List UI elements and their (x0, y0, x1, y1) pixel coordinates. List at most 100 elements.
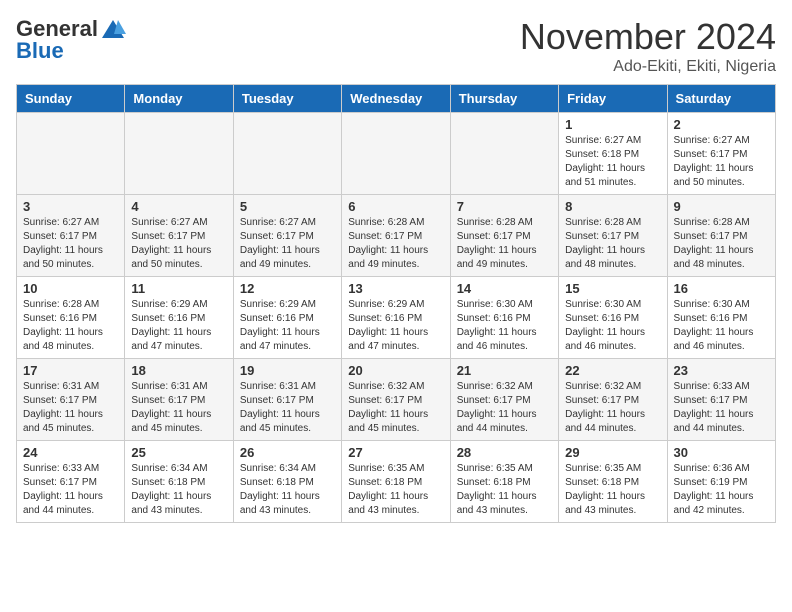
day-info: Sunrise: 6:27 AM Sunset: 6:18 PM Dayligh… (565, 134, 660, 190)
day-number: 1 (565, 117, 660, 132)
day-number: 28 (457, 445, 552, 460)
calendar-cell: 19 Sunrise: 6:31 AM Sunset: 6:17 PM Dayli… (233, 359, 341, 441)
day-number: 30 (674, 445, 769, 460)
day-number: 11 (131, 281, 226, 296)
day-number: 18 (131, 363, 226, 378)
day-number: 7 (457, 199, 552, 214)
day-number: 13 (348, 281, 443, 296)
day-info: Sunrise: 6:27 AM Sunset: 6:17 PM Dayligh… (131, 216, 226, 272)
day-number: 23 (674, 363, 769, 378)
logo-icon (100, 18, 126, 40)
weekday-header-wednesday: Wednesday (342, 85, 450, 113)
logo-blue: Blue (16, 38, 64, 64)
day-info: Sunrise: 6:33 AM Sunset: 6:17 PM Dayligh… (23, 462, 118, 518)
day-info: Sunrise: 6:27 AM Sunset: 6:17 PM Dayligh… (240, 216, 335, 272)
day-number: 2 (674, 117, 769, 132)
day-number: 5 (240, 199, 335, 214)
day-info: Sunrise: 6:28 AM Sunset: 6:17 PM Dayligh… (348, 216, 443, 272)
day-number: 17 (23, 363, 118, 378)
page-header: General Blue November 2024 Ado-Ekiti, Ek… (16, 16, 776, 76)
calendar-cell (233, 113, 341, 195)
day-info: Sunrise: 6:31 AM Sunset: 6:17 PM Dayligh… (23, 380, 118, 436)
calendar-cell: 15 Sunrise: 6:30 AM Sunset: 6:16 PM Dayli… (559, 277, 667, 359)
calendar-week-row: 24 Sunrise: 6:33 AM Sunset: 6:17 PM Dayli… (17, 441, 776, 523)
calendar-cell (17, 113, 125, 195)
month-title: November 2024 (520, 16, 776, 58)
calendar-table: SundayMondayTuesdayWednesdayThursdayFrid… (16, 84, 776, 523)
weekday-header-sunday: Sunday (17, 85, 125, 113)
calendar-cell: 23 Sunrise: 6:33 AM Sunset: 6:17 PM Dayli… (667, 359, 775, 441)
day-info: Sunrise: 6:28 AM Sunset: 6:17 PM Dayligh… (674, 216, 769, 272)
calendar-cell: 9 Sunrise: 6:28 AM Sunset: 6:17 PM Daylig… (667, 195, 775, 277)
calendar-cell: 30 Sunrise: 6:36 AM Sunset: 6:19 PM Dayli… (667, 441, 775, 523)
day-info: Sunrise: 6:34 AM Sunset: 6:18 PM Dayligh… (240, 462, 335, 518)
calendar-week-row: 17 Sunrise: 6:31 AM Sunset: 6:17 PM Dayli… (17, 359, 776, 441)
calendar-cell: 3 Sunrise: 6:27 AM Sunset: 6:17 PM Daylig… (17, 195, 125, 277)
day-number: 9 (674, 199, 769, 214)
calendar-cell: 5 Sunrise: 6:27 AM Sunset: 6:17 PM Daylig… (233, 195, 341, 277)
day-info: Sunrise: 6:29 AM Sunset: 6:16 PM Dayligh… (131, 298, 226, 354)
calendar-cell: 10Sunrise: 6:28 AM Sunset: 6:16 PM Dayli… (17, 277, 125, 359)
day-number: 27 (348, 445, 443, 460)
day-number: 21 (457, 363, 552, 378)
day-number: 24 (23, 445, 118, 460)
weekday-header-friday: Friday (559, 85, 667, 113)
day-info: Sunrise: 6:34 AM Sunset: 6:18 PM Dayligh… (131, 462, 226, 518)
day-info: Sunrise: 6:27 AM Sunset: 6:17 PM Dayligh… (674, 134, 769, 190)
calendar-cell: 13Sunrise: 6:29 AM Sunset: 6:16 PM Dayli… (342, 277, 450, 359)
weekday-header-saturday: Saturday (667, 85, 775, 113)
calendar-cell: 1 Sunrise: 6:27 AM Sunset: 6:18 PM Daylig… (559, 113, 667, 195)
day-info: Sunrise: 6:32 AM Sunset: 6:17 PM Dayligh… (565, 380, 660, 436)
day-number: 19 (240, 363, 335, 378)
day-info: Sunrise: 6:33 AM Sunset: 6:17 PM Dayligh… (674, 380, 769, 436)
day-info: Sunrise: 6:29 AM Sunset: 6:16 PM Dayligh… (240, 298, 335, 354)
calendar-cell: 11 Sunrise: 6:29 AM Sunset: 6:16 PM Dayli… (125, 277, 233, 359)
calendar-cell: 6 Sunrise: 6:28 AM Sunset: 6:17 PM Daylig… (342, 195, 450, 277)
calendar-cell: 25 Sunrise: 6:34 AM Sunset: 6:18 PM Dayli… (125, 441, 233, 523)
calendar-cell: 14 Sunrise: 6:30 AM Sunset: 6:16 PM Dayli… (450, 277, 558, 359)
logo: General Blue (16, 16, 126, 64)
day-number: 16 (674, 281, 769, 296)
weekday-header-thursday: Thursday (450, 85, 558, 113)
day-info: Sunrise: 6:28 AM Sunset: 6:17 PM Dayligh… (565, 216, 660, 272)
day-number: 25 (131, 445, 226, 460)
calendar-cell: 20 Sunrise: 6:32 AM Sunset: 6:17 PM Dayli… (342, 359, 450, 441)
day-info: Sunrise: 6:35 AM Sunset: 6:18 PM Dayligh… (457, 462, 552, 518)
day-number: 10 (23, 281, 118, 296)
day-info: Sunrise: 6:36 AM Sunset: 6:19 PM Dayligh… (674, 462, 769, 518)
calendar-cell: 2 Sunrise: 6:27 AM Sunset: 6:17 PM Daylig… (667, 113, 775, 195)
day-info: Sunrise: 6:27 AM Sunset: 6:17 PM Dayligh… (23, 216, 118, 272)
calendar-cell: 22Sunrise: 6:32 AM Sunset: 6:17 PM Dayli… (559, 359, 667, 441)
day-info: Sunrise: 6:31 AM Sunset: 6:17 PM Dayligh… (240, 380, 335, 436)
day-info: Sunrise: 6:35 AM Sunset: 6:18 PM Dayligh… (348, 462, 443, 518)
day-info: Sunrise: 6:35 AM Sunset: 6:18 PM Dayligh… (565, 462, 660, 518)
calendar-cell: 24 Sunrise: 6:33 AM Sunset: 6:17 PM Dayli… (17, 441, 125, 523)
day-info: Sunrise: 6:30 AM Sunset: 6:16 PM Dayligh… (565, 298, 660, 354)
title-block: November 2024 Ado-Ekiti, Ekiti, Nigeria (520, 16, 776, 76)
day-number: 14 (457, 281, 552, 296)
day-number: 6 (348, 199, 443, 214)
day-number: 26 (240, 445, 335, 460)
calendar-cell: 4 Sunrise: 6:27 AM Sunset: 6:17 PM Daylig… (125, 195, 233, 277)
subtitle: Ado-Ekiti, Ekiti, Nigeria (520, 58, 776, 76)
day-info: Sunrise: 6:30 AM Sunset: 6:16 PM Dayligh… (457, 298, 552, 354)
day-info: Sunrise: 6:32 AM Sunset: 6:17 PM Dayligh… (457, 380, 552, 436)
day-number: 4 (131, 199, 226, 214)
weekday-header-tuesday: Tuesday (233, 85, 341, 113)
weekday-header-monday: Monday (125, 85, 233, 113)
day-number: 8 (565, 199, 660, 214)
day-number: 3 (23, 199, 118, 214)
day-info: Sunrise: 6:28 AM Sunset: 6:17 PM Dayligh… (457, 216, 552, 272)
day-number: 12 (240, 281, 335, 296)
day-number: 15 (565, 281, 660, 296)
day-number: 20 (348, 363, 443, 378)
day-info: Sunrise: 6:32 AM Sunset: 6:17 PM Dayligh… (348, 380, 443, 436)
calendar-cell: 16Sunrise: 6:30 AM Sunset: 6:16 PM Dayli… (667, 277, 775, 359)
calendar-cell: 18Sunrise: 6:31 AM Sunset: 6:17 PM Dayli… (125, 359, 233, 441)
calendar-cell: 26 Sunrise: 6:34 AM Sunset: 6:18 PM Dayli… (233, 441, 341, 523)
calendar-week-row: 1 Sunrise: 6:27 AM Sunset: 6:18 PM Daylig… (17, 113, 776, 195)
calendar-cell: 29Sunrise: 6:35 AM Sunset: 6:18 PM Dayli… (559, 441, 667, 523)
calendar-cell (450, 113, 558, 195)
calendar-cell: 12 Sunrise: 6:29 AM Sunset: 6:16 PM Dayli… (233, 277, 341, 359)
calendar-cell (125, 113, 233, 195)
